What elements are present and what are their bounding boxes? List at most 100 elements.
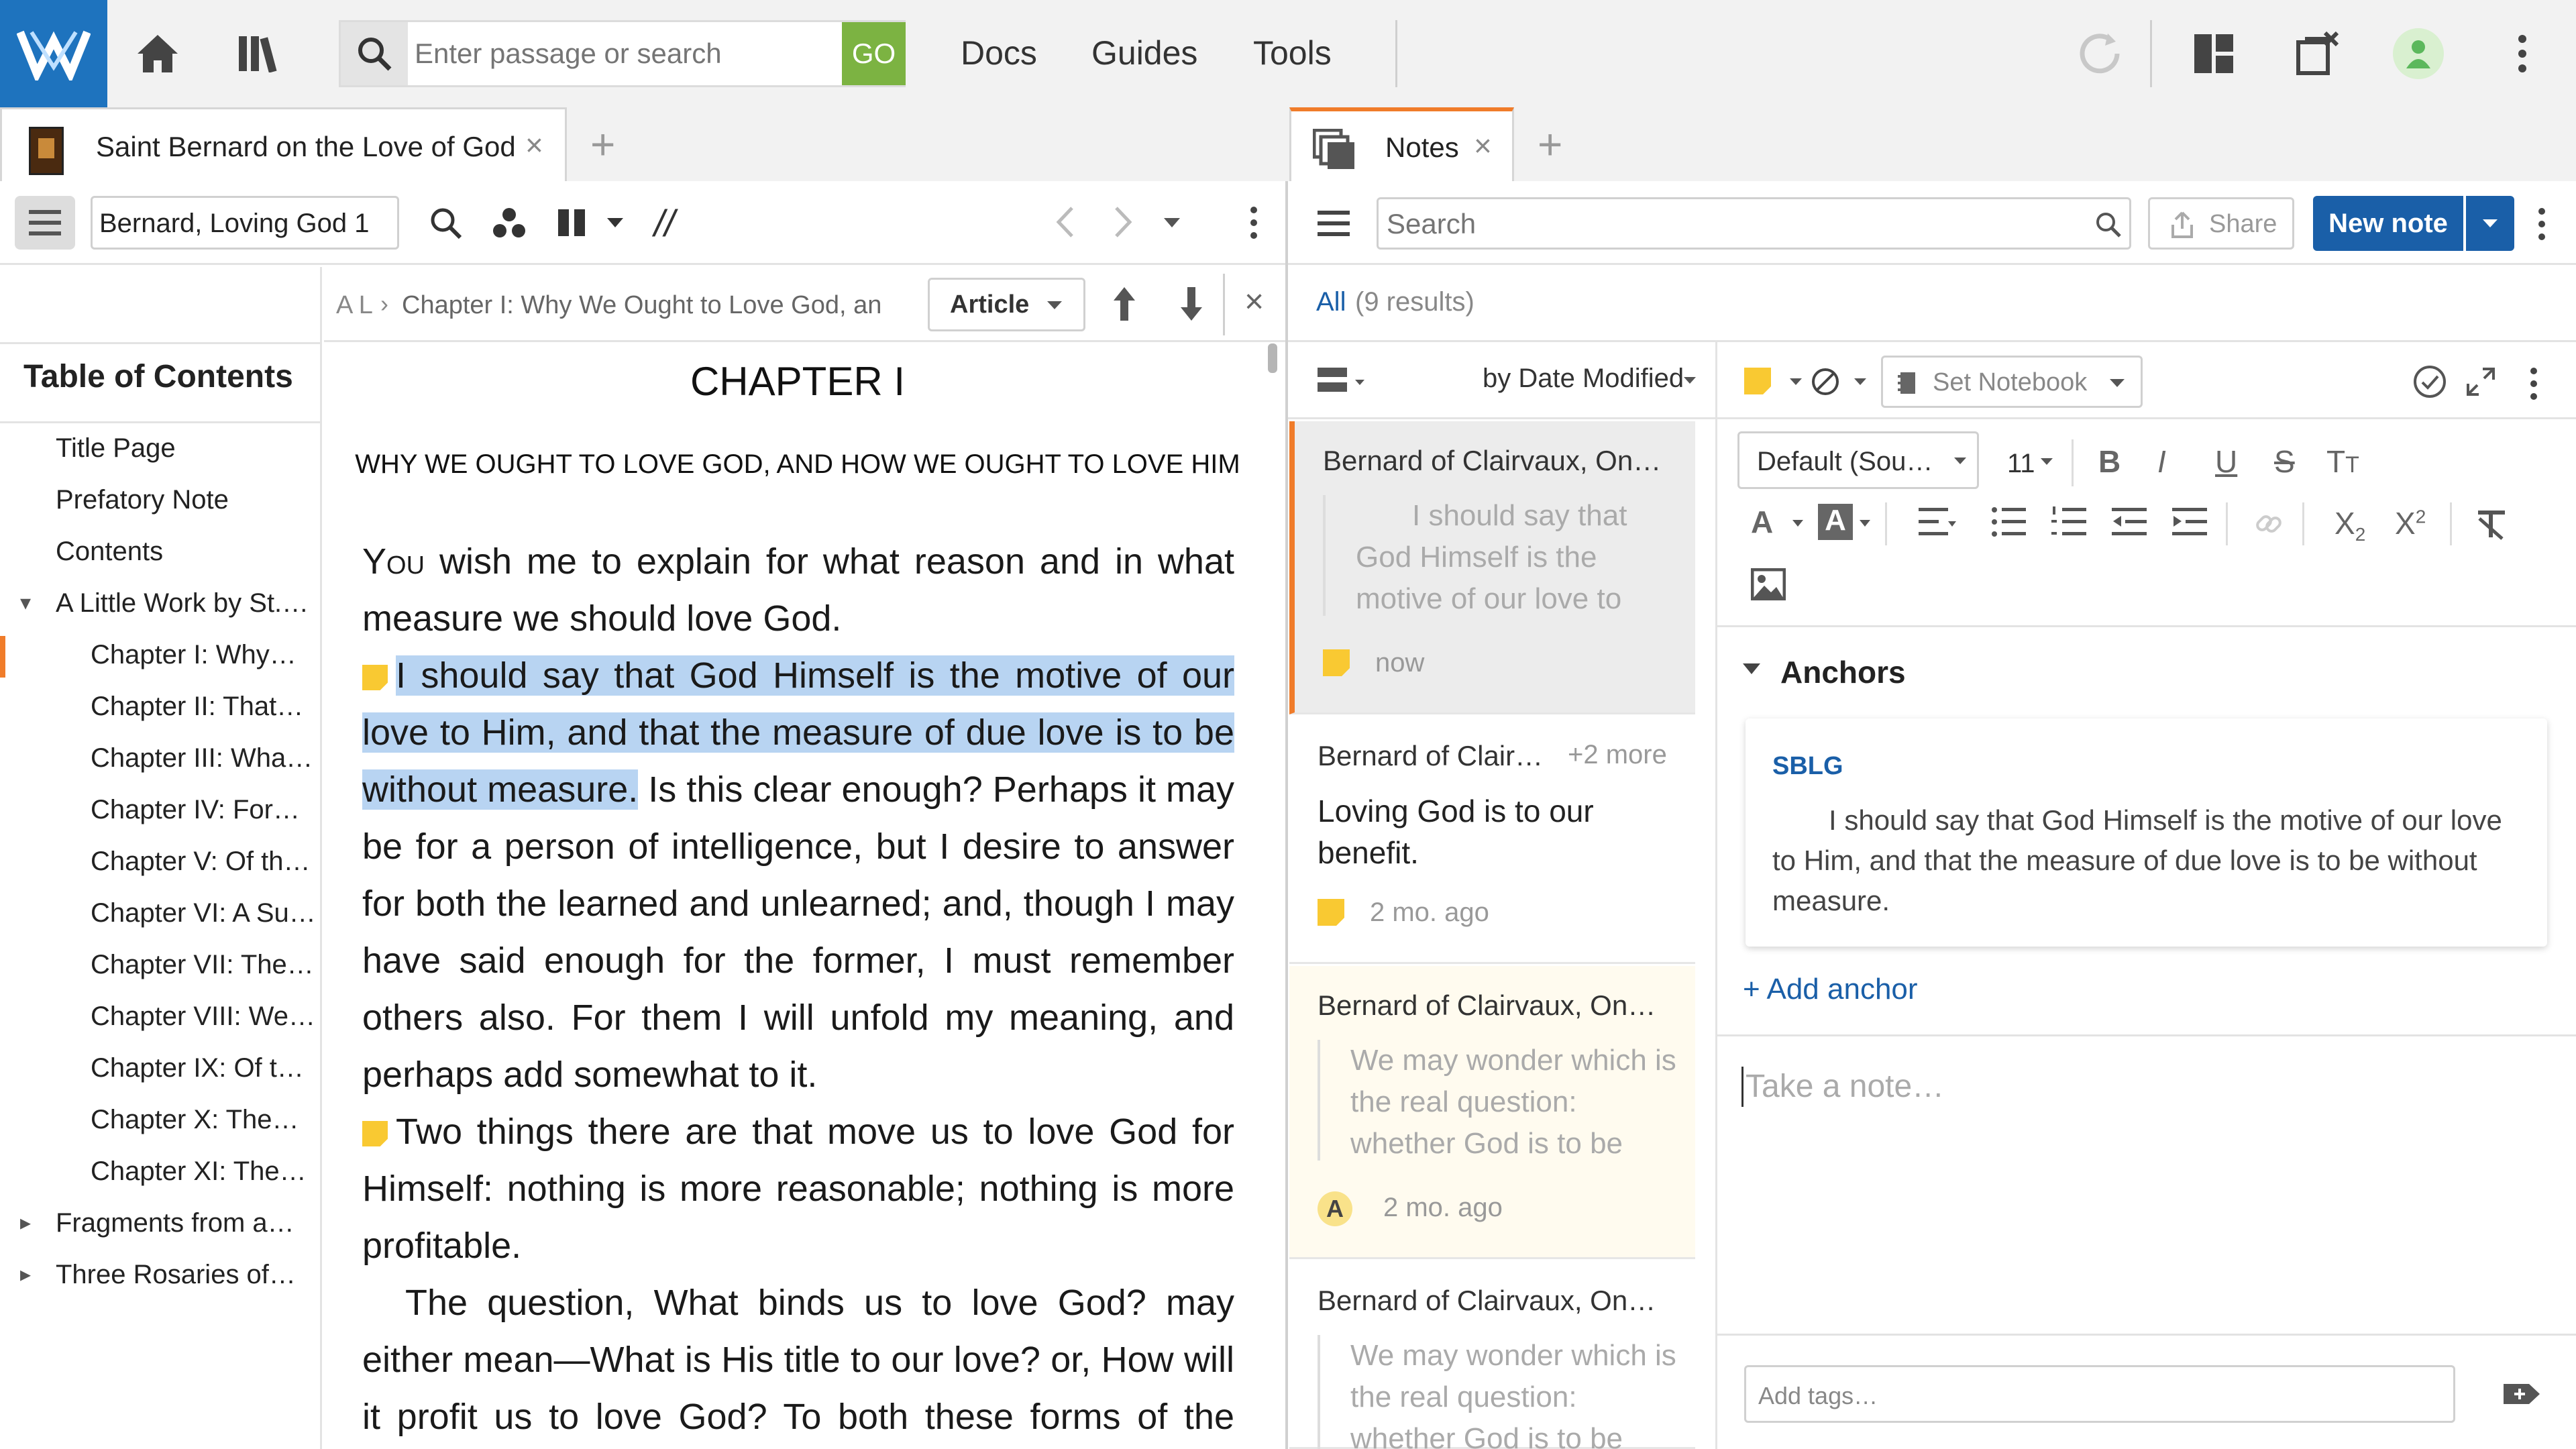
layout-icon[interactable] [2180, 20, 2247, 87]
nav-guides[interactable]: Guides [1091, 34, 1197, 72]
chevron-down-icon[interactable] [1684, 377, 1696, 384]
toc-item[interactable]: ▸ Three Rosaries of… [0, 1250, 322, 1302]
expand-icon[interactable]: ▾ [20, 590, 31, 615]
toc-item[interactable]: Chapter III: Wha… [0, 734, 322, 786]
tab-notes[interactable]: Notes × [1289, 107, 1514, 182]
search-icon[interactable] [429, 207, 463, 240]
strikethrough-icon[interactable]: S [2274, 443, 2295, 480]
breadcrumb-start[interactable]: A L [336, 291, 373, 320]
new-note-button[interactable]: New note [2313, 196, 2463, 251]
notes-search-input[interactable] [1387, 206, 2071, 242]
add-tab-icon[interactable]: + [590, 119, 615, 169]
more-vertical-icon[interactable] [2537, 207, 2546, 241]
collapse-icon[interactable]: ▸ [20, 1261, 31, 1287]
article-dropdown[interactable]: Article [928, 278, 1085, 331]
toc-item[interactable]: Chapter VI: A Su… [0, 889, 322, 941]
note-style-icon[interactable] [1744, 368, 1771, 394]
passage-search-input[interactable] [415, 22, 837, 85]
menu-icon[interactable] [1318, 211, 1350, 236]
subscript-icon[interactable]: X2 [2334, 505, 2365, 545]
logos-logo[interactable] [0, 0, 107, 107]
note-card[interactable]: Bernard of Clairvaux, On… We may wonder w… [1289, 966, 1695, 1259]
tab-saint-bernard[interactable]: Saint Bernard on the Love of God × [0, 107, 567, 182]
link-icon[interactable] [2254, 509, 2284, 539]
add-anchor-link[interactable]: + Add anchor [1743, 973, 1918, 1006]
tags-input[interactable]: Add tags… [1744, 1365, 2455, 1423]
search-icon[interactable] [2095, 211, 2122, 238]
underline-icon[interactable]: U [2215, 443, 2237, 480]
text-size-icon[interactable]: TT [2326, 443, 2359, 480]
font-color-icon[interactable]: A [1751, 504, 1773, 540]
more-anchors-count[interactable]: +2 more [1568, 740, 1667, 770]
breadcrumb[interactable]: Chapter I: Why We Ought to Love God, an [402, 291, 898, 320]
chevron-down-icon[interactable] [1860, 520, 1870, 527]
anchor-source[interactable]: SBLG [1772, 752, 1843, 781]
font-size-dropdown[interactable]: 11 [2007, 449, 2035, 479]
collapse-icon[interactable]: ▸ [20, 1210, 31, 1235]
toc-item[interactable]: Chapter IV: For… [0, 786, 322, 837]
close-tab-icon[interactable]: × [1474, 127, 1492, 164]
new-note-dropdown-button[interactable] [2466, 196, 2514, 251]
toc-item[interactable]: Prefatory Note [0, 476, 322, 527]
toc-item[interactable]: Chapter XI: The… [0, 1147, 322, 1199]
add-tab-icon[interactable]: + [1538, 119, 1562, 169]
toc-item[interactable]: Contents [0, 527, 322, 579]
note-card[interactable]: Bernard of Clair… +2 more Loving God is to… [1289, 716, 1695, 964]
note-body[interactable]: Take a note… [1717, 1038, 2576, 1334]
add-tag-icon[interactable] [2502, 1380, 2541, 1408]
go-button[interactable]: GO [842, 22, 906, 85]
columns-icon[interactable] [557, 208, 586, 237]
note-marker-icon[interactable] [362, 665, 388, 690]
forward-arrow-icon[interactable] [1114, 205, 1134, 239]
toc-item[interactable]: ▾ A Little Work by St.… [0, 579, 322, 631]
toc-item[interactable]: Chapter VII: The… [0, 941, 322, 992]
close-nav-icon[interactable]: × [1244, 282, 1264, 321]
filter-all[interactable]: All [1316, 287, 1346, 317]
history-dropdown-icon[interactable] [1164, 218, 1180, 227]
sync-icon[interactable] [2066, 20, 2133, 87]
collapse-icon[interactable] [1743, 663, 1760, 674]
toc-item[interactable]: Chapter II: That… [0, 682, 322, 734]
user-avatar-icon[interactable] [2385, 20, 2452, 87]
view-mode-icon[interactable] [1318, 366, 1368, 393]
chevron-down-icon[interactable] [607, 218, 623, 227]
chevron-down-icon[interactable] [1854, 378, 1866, 385]
check-circle-icon[interactable] [2412, 364, 2448, 400]
anchor-card[interactable]: SBLG I should say that God Himself is th… [1746, 718, 2547, 947]
search-icon[interactable] [341, 22, 408, 85]
close-panels-icon[interactable] [2284, 20, 2351, 87]
set-notebook-dropdown[interactable]: Set Notebook [1881, 356, 2143, 408]
more-vertical-icon[interactable] [2529, 366, 2538, 401]
next-arrow-icon[interactable] [1179, 286, 1203, 322]
back-arrow-icon[interactable] [1055, 205, 1075, 239]
home-icon[interactable] [124, 20, 191, 87]
reference-box[interactable]: Bernard, Loving God 1 [91, 196, 399, 250]
insert-image-icon[interactable] [1751, 568, 1786, 600]
bullet-list-icon[interactable] [1991, 506, 2026, 537]
indent-icon[interactable] [2172, 506, 2207, 537]
superscript-icon[interactable]: X2 [2395, 505, 2426, 541]
bold-icon[interactable]: B [2098, 443, 2121, 480]
more-vertical-icon[interactable] [2489, 20, 2556, 87]
font-family-dropdown[interactable]: Default (Sou… [1737, 431, 1979, 489]
chevron-down-icon[interactable] [2041, 458, 2053, 465]
parallel-resources-icon[interactable]: // [654, 201, 675, 245]
library-icon[interactable] [228, 20, 295, 87]
sort-dropdown[interactable]: by Date Modified [1483, 364, 1684, 394]
previous-arrow-icon[interactable] [1112, 286, 1136, 322]
note-card[interactable]: Bernard of Clairvaux, On… I should say th… [1289, 421, 1695, 714]
italic-icon[interactable]: I [2157, 443, 2166, 480]
toc-item[interactable]: Chapter X: The… [0, 1095, 322, 1147]
chevron-down-icon[interactable] [1792, 520, 1803, 527]
toc-item[interactable]: ▸ Fragments from a… [0, 1199, 322, 1250]
nav-tools[interactable]: Tools [1253, 34, 1332, 72]
more-vertical-icon[interactable] [1249, 205, 1258, 240]
toc-item[interactable]: Title Page [0, 424, 322, 476]
highlight-color-icon[interactable]: A [1818, 504, 1853, 540]
align-icon[interactable] [1919, 506, 1956, 537]
toc-item[interactable]: Chapter VIII: We… [0, 992, 322, 1044]
expand-icon[interactable] [2465, 366, 2496, 397]
note-card[interactable]: Bernard of Clairvaux, On… We may wonder w… [1289, 1261, 1695, 1449]
toc-item[interactable]: Chapter IX: Of t… [0, 1044, 322, 1095]
nav-docs[interactable]: Docs [961, 34, 1037, 72]
